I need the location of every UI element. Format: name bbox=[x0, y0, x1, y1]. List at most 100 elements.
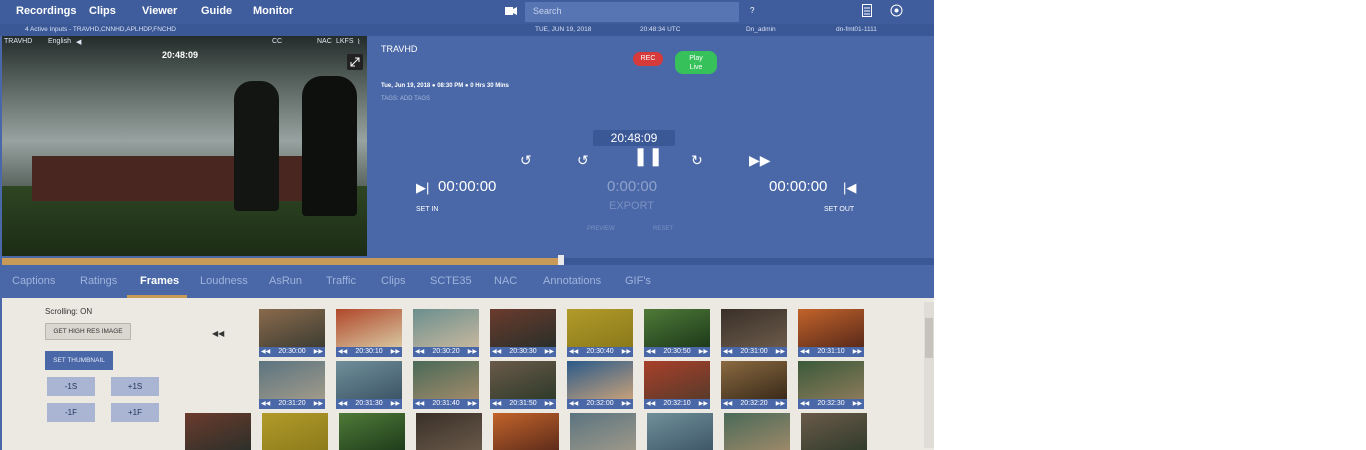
frame-next-icon[interactable]: ▶▶ bbox=[468, 347, 477, 357]
preview-button[interactable]: PREVIEW bbox=[587, 226, 615, 232]
frame-prev-icon[interactable]: ◀◀ bbox=[261, 347, 270, 357]
frame-prev-icon[interactable]: ◀◀ bbox=[261, 399, 270, 409]
tab-scte35[interactable]: SCTE35 bbox=[430, 275, 472, 287]
frame-next-icon[interactable]: ▶▶ bbox=[622, 399, 631, 409]
rewind-30-icon[interactable]: ↺ bbox=[520, 152, 532, 169]
frame-prev-icon[interactable]: ◀◀ bbox=[338, 399, 347, 409]
tab-ratings[interactable]: Ratings bbox=[80, 275, 117, 287]
frame-thumbnail[interactable]: ◀◀ 20:30:10 ▶▶ bbox=[336, 309, 402, 357]
minus-1s-button[interactable]: -1S bbox=[47, 377, 95, 396]
rewind-10-icon[interactable]: ↺ bbox=[577, 152, 589, 169]
set-thumbnail-button[interactable]: SET THUMBNAIL bbox=[45, 351, 113, 370]
frame-thumbnail[interactable] bbox=[416, 413, 482, 450]
frame-next-icon[interactable]: ▶▶ bbox=[391, 347, 400, 357]
frame-thumbnail[interactable] bbox=[493, 413, 559, 450]
plus-1s-button[interactable]: +1S bbox=[111, 377, 159, 396]
frame-thumbnail[interactable] bbox=[724, 413, 790, 450]
frame-thumbnail[interactable]: ◀◀ 20:32:10 ▶▶ bbox=[644, 361, 710, 409]
frame-thumbnail[interactable]: ◀◀ 20:30:20 ▶▶ bbox=[413, 309, 479, 357]
export-button[interactable]: EXPORT bbox=[609, 200, 654, 212]
frame-next-icon[interactable]: ▶▶ bbox=[391, 399, 400, 409]
nav-recordings[interactable]: Recordings bbox=[16, 5, 77, 17]
scrollbar-thumb[interactable] bbox=[925, 318, 933, 358]
frame-thumbnail[interactable] bbox=[262, 413, 328, 450]
frame-prev-icon[interactable]: ◀◀ bbox=[800, 399, 809, 409]
frame-thumbnail[interactable]: ◀◀ 20:30:00 ▶▶ bbox=[259, 309, 325, 357]
frame-thumbnail[interactable]: ◀◀ 20:31:30 ▶▶ bbox=[336, 361, 402, 409]
forward-10-icon[interactable]: ↻ bbox=[691, 152, 703, 169]
frame-thumbnail[interactable]: ◀◀ 20:30:40 ▶▶ bbox=[567, 309, 633, 357]
frame-thumbnail[interactable]: ◀◀ 20:32:30 ▶▶ bbox=[798, 361, 864, 409]
cc-toggle[interactable]: CC bbox=[272, 38, 282, 45]
frame-prev-icon[interactable]: ◀◀ bbox=[415, 399, 424, 409]
frame-thumbnail[interactable]: ◀◀ 20:31:20 ▶▶ bbox=[259, 361, 325, 409]
tab-nac[interactable]: NAC bbox=[494, 275, 517, 287]
frame-prev-icon[interactable]: ◀◀ bbox=[338, 347, 347, 357]
play-live-button[interactable]: Play Live bbox=[675, 51, 717, 74]
frame-next-icon[interactable]: ▶▶ bbox=[545, 347, 554, 357]
language-select[interactable]: English bbox=[48, 38, 71, 45]
fast-forward-icon[interactable]: ▶▶ bbox=[749, 152, 771, 169]
add-tags-link[interactable]: ADD TAGS bbox=[400, 96, 430, 102]
frame-thumbnail[interactable] bbox=[339, 413, 405, 450]
minus-1f-button[interactable]: -1F bbox=[47, 403, 95, 422]
frame-prev-icon[interactable]: ◀◀ bbox=[723, 347, 732, 357]
nav-clips[interactable]: Clips bbox=[89, 5, 116, 17]
frame-thumbnail[interactable]: ◀◀ 20:32:20 ▶▶ bbox=[721, 361, 787, 409]
set-out-button[interactable]: SET OUT bbox=[824, 206, 854, 213]
frame-prev-icon[interactable]: ◀◀ bbox=[492, 399, 501, 409]
tab-asrun[interactable]: AsRun bbox=[269, 275, 302, 287]
frame-prev-icon[interactable]: ◀◀ bbox=[415, 347, 424, 357]
vertical-scrollbar[interactable] bbox=[924, 302, 934, 448]
nav-viewer[interactable]: Viewer bbox=[142, 5, 177, 17]
set-in-button[interactable]: SET IN bbox=[416, 206, 438, 213]
frame-prev-icon[interactable]: ◀◀ bbox=[569, 399, 578, 409]
frame-thumbnail[interactable] bbox=[647, 413, 713, 450]
tab-captions[interactable]: Captions bbox=[12, 275, 55, 287]
frame-thumbnail[interactable]: ◀◀ 20:32:00 ▶▶ bbox=[567, 361, 633, 409]
frame-thumbnail[interactable]: ◀◀ 20:30:50 ▶▶ bbox=[644, 309, 710, 357]
nac-toggle[interactable]: NAC bbox=[317, 38, 332, 45]
video-player[interactable]: TRAVHD English ◀ CC NAC LKFS ⌇ 20:48:09 bbox=[2, 36, 367, 256]
rec-button[interactable]: REC bbox=[633, 52, 663, 66]
document-icon[interactable] bbox=[862, 4, 872, 17]
frame-next-icon[interactable]: ▶▶ bbox=[853, 399, 862, 409]
tab-frames[interactable]: Frames bbox=[140, 275, 179, 287]
timeline-scrubber[interactable] bbox=[2, 255, 934, 269]
frame-thumbnail[interactable]: ◀◀ 20:31:40 ▶▶ bbox=[413, 361, 479, 409]
expand-icon[interactable] bbox=[347, 54, 363, 70]
lkfs-toggle[interactable]: LKFS bbox=[336, 38, 354, 45]
set-out-icon[interactable]: |◀ bbox=[843, 180, 856, 196]
plus-1f-button[interactable]: +1F bbox=[111, 403, 159, 422]
tab-traffic[interactable]: Traffic bbox=[326, 275, 356, 287]
frame-next-icon[interactable]: ▶▶ bbox=[776, 399, 785, 409]
help-icon[interactable]: ? bbox=[750, 6, 754, 15]
frame-next-icon[interactable]: ▶▶ bbox=[853, 347, 862, 357]
frame-next-icon[interactable]: ▶▶ bbox=[314, 399, 323, 409]
tab-annotations[interactable]: Annotations bbox=[543, 275, 601, 287]
frame-thumbnail[interactable]: ◀◀ 20:30:30 ▶▶ bbox=[490, 309, 556, 357]
frame-prev-icon[interactable]: ◀◀ bbox=[646, 347, 655, 357]
frame-next-icon[interactable]: ▶▶ bbox=[468, 399, 477, 409]
reset-button[interactable]: RESET bbox=[653, 226, 673, 232]
set-in-icon[interactable]: ▶| bbox=[416, 180, 429, 196]
frame-thumbnail[interactable]: ◀◀ 20:31:50 ▶▶ bbox=[490, 361, 556, 409]
video-channel[interactable]: TRAVHD bbox=[4, 38, 32, 45]
frame-prev-icon[interactable]: ◀◀ bbox=[569, 347, 578, 357]
pause-icon[interactable]: ❚❚ bbox=[633, 146, 663, 167]
frame-prev-icon[interactable]: ◀◀ bbox=[800, 347, 809, 357]
nav-monitor[interactable]: Monitor bbox=[253, 5, 293, 17]
frame-next-icon[interactable]: ▶▶ bbox=[699, 347, 708, 357]
frame-next-icon[interactable]: ▶▶ bbox=[545, 399, 554, 409]
frame-next-icon[interactable]: ▶▶ bbox=[622, 347, 631, 357]
search-input[interactable]: Search bbox=[525, 2, 739, 22]
frame-next-icon[interactable]: ▶▶ bbox=[699, 399, 708, 409]
tab-loudness[interactable]: Loudness bbox=[200, 275, 248, 287]
frame-thumbnail[interactable] bbox=[185, 413, 251, 450]
frame-prev-icon[interactable]: ◀◀ bbox=[723, 399, 732, 409]
tab-clips[interactable]: Clips bbox=[381, 275, 405, 287]
frame-next-icon[interactable]: ▶▶ bbox=[776, 347, 785, 357]
frame-prev-icon[interactable]: ◀◀ bbox=[492, 347, 501, 357]
frame-thumbnail[interactable] bbox=[801, 413, 867, 450]
chart-icon[interactable]: ⌇ bbox=[357, 38, 360, 46]
